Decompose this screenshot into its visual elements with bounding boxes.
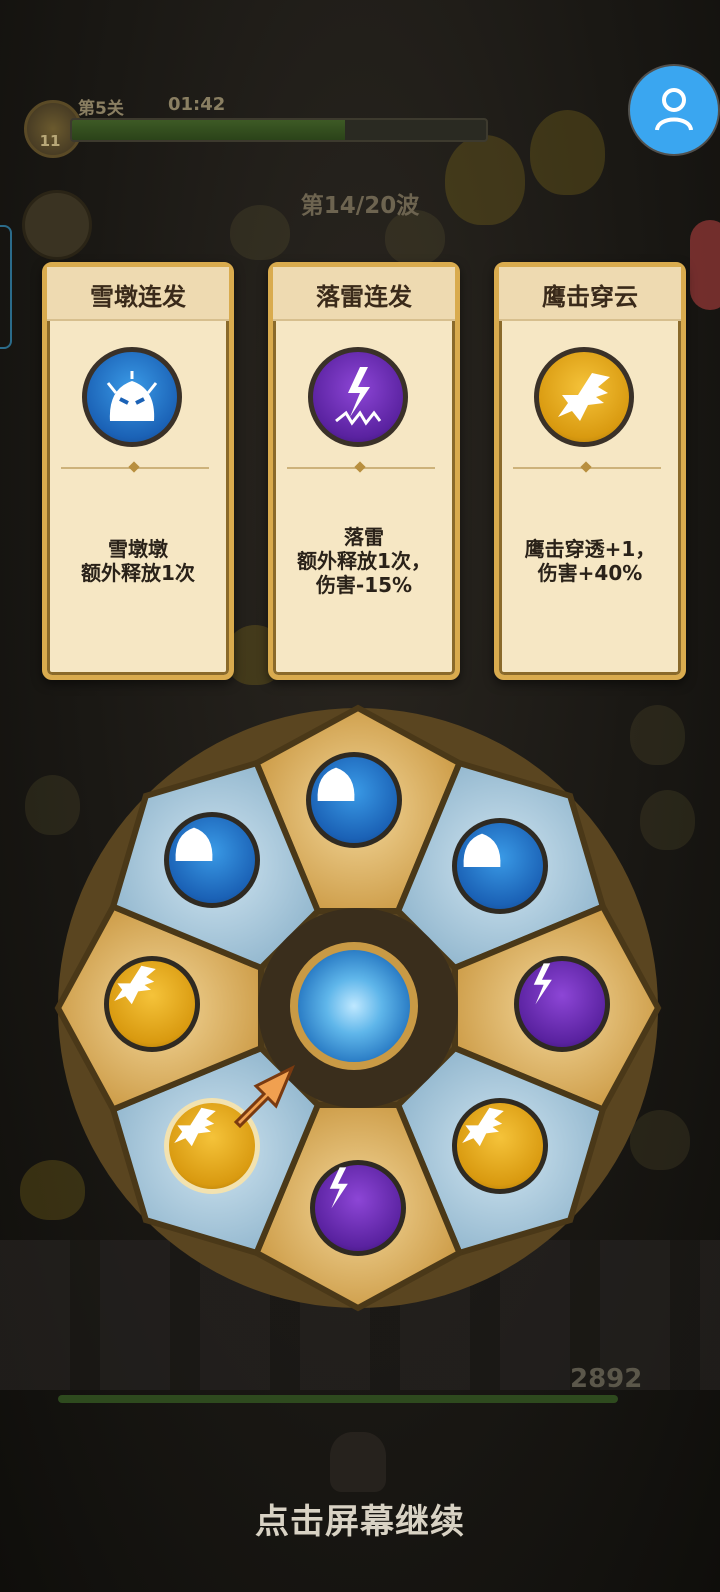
card-title: 鹰击穿云: [542, 283, 638, 311]
card-description: 落雷 额外释放1次， 伤害-15%: [273, 525, 455, 597]
stage-label: 第5关: [78, 99, 124, 119]
skill-book-icon[interactable]: [22, 190, 92, 260]
snow-ghost-icon: [306, 752, 402, 848]
skill-card-eagle-strike[interactable]: 鹰击穿云 鹰击穿透+1， 伤害+40%: [494, 262, 686, 680]
event-icon[interactable]: [690, 220, 720, 310]
eagle-icon: [534, 347, 634, 447]
card-description: 雪墩墩 额外释放1次: [47, 537, 229, 585]
divider-ornament: [128, 461, 140, 473]
desc-line: 伤害-15%: [315, 573, 413, 597]
eagle-icon: [104, 956, 200, 1052]
snow-ghost-icon: [452, 818, 548, 914]
eagle-icon: [452, 1098, 548, 1194]
user-icon: [655, 88, 693, 131]
stage-progress-fill: [72, 120, 346, 140]
wheel-pointer-arrow: [233, 1064, 295, 1129]
desc-line: 鹰击穿透+1，: [524, 537, 656, 561]
enemy-sprite: [530, 110, 605, 195]
card-title: 落雷连发: [316, 283, 412, 311]
desc-line: 伤害+40%: [537, 561, 643, 585]
divider-ornament: [580, 461, 592, 473]
divider-ornament: [354, 461, 366, 473]
desc-line: 雪墩墩: [108, 537, 168, 561]
snow-ghost-icon: [82, 347, 182, 447]
base-hp-value: 2892: [570, 1364, 643, 1394]
level-number: 11: [39, 132, 61, 150]
spin-vortex-orb[interactable]: [290, 942, 418, 1070]
lightning-icon: [514, 956, 610, 1052]
skill-card-thunder-volley[interactable]: 落雷连发 落雷 额外释放1次， 伤害-15%: [268, 262, 460, 680]
desc-line: 额外释放1次: [81, 561, 195, 585]
snow-ghost-icon: [164, 812, 260, 908]
lightning-icon: [310, 1160, 406, 1256]
desc-line: 落雷: [344, 525, 384, 549]
desc-line: 额外释放1次，: [297, 549, 431, 573]
user-profile-button[interactable]: [630, 66, 718, 154]
stage-progress-bar: [70, 118, 488, 142]
tap-to-continue-label[interactable]: 点击屏幕继续: [0, 1494, 720, 1543]
lightning-icon: [308, 347, 408, 447]
stage-timer: 01:42: [168, 94, 226, 115]
side-tab[interactable]: [0, 225, 12, 349]
base-hp-bar: [58, 1395, 618, 1403]
card-description: 鹰击穿透+1， 伤害+40%: [499, 537, 681, 585]
skill-card-snow-volley[interactable]: 雪墩连发 雪墩墩 额外释放1次: [42, 262, 234, 680]
wave-counter: 第14/20波: [300, 193, 420, 219]
card-title: 雪墩连发: [90, 283, 186, 311]
player-character: [330, 1432, 386, 1492]
